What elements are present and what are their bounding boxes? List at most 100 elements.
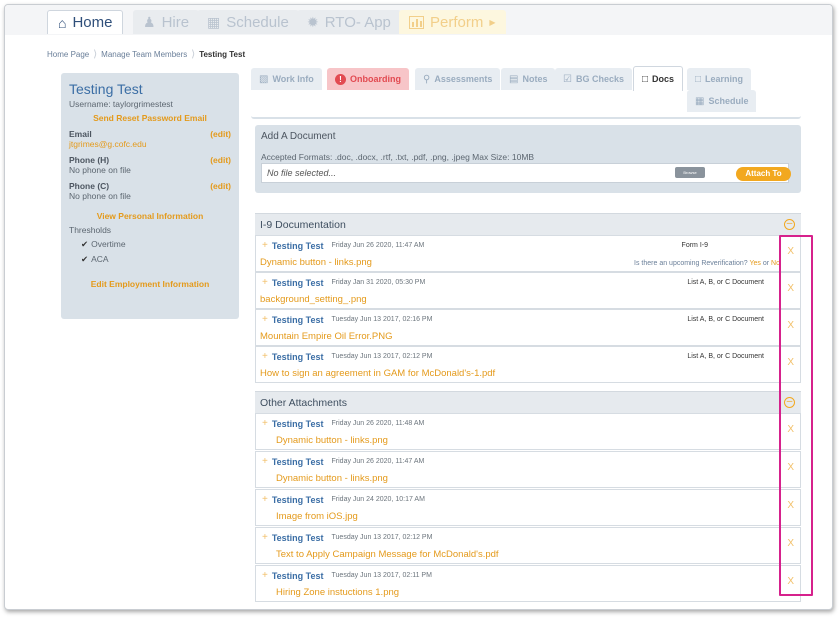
browse-button[interactable]: Browse bbox=[675, 167, 705, 178]
tab-label: Docs bbox=[652, 74, 675, 84]
uploader-name: Testing Test bbox=[271, 570, 324, 581]
delete-icon[interactable]: X bbox=[787, 320, 794, 331]
upload-date: Tuesday Jun 13 2017, 02:11 PM bbox=[331, 572, 432, 579]
tab-label: Notes bbox=[522, 74, 548, 84]
attachment-row: + Testing Test Tuesday Jun 13 2017, 02:12 … bbox=[255, 527, 801, 564]
edit-phone-home-link[interactable]: (edit) bbox=[210, 155, 231, 165]
top-nav: ⌂ Home ♟ Hire ▦ Schedule ✹ RTO- App Perf… bbox=[5, 5, 832, 35]
delete-icon[interactable]: X bbox=[787, 500, 794, 511]
document-type: Form I-9 bbox=[681, 242, 708, 249]
file-input[interactable]: No file selected... bbox=[261, 163, 789, 183]
employee-sidebar: Testing Test Username: taylorgrimestest … bbox=[61, 73, 239, 319]
other-attachments-header[interactable]: Other Attachments – bbox=[255, 391, 801, 413]
expand-icon[interactable]: + bbox=[262, 351, 268, 362]
email-row: Email (edit) bbox=[69, 129, 231, 139]
uploader-name: Testing Test bbox=[271, 456, 324, 467]
tab-docs[interactable]: □ Docs bbox=[633, 66, 684, 91]
arrow-right-icon: ▶ bbox=[489, 17, 496, 27]
document-file-link[interactable]: Image from iOS.jpg bbox=[276, 511, 358, 522]
phone-home-row: Phone (H) (edit) bbox=[69, 155, 231, 165]
tab-learning[interactable]: □ Learning bbox=[687, 68, 752, 90]
edit-phone-cell-link[interactable]: (edit) bbox=[210, 181, 231, 191]
attachment-row: + Testing Test Friday Jun 24 2020, 10:17 A… bbox=[255, 489, 801, 526]
upload-date: Friday Jun 24 2020, 10:17 AM bbox=[331, 496, 425, 503]
collapse-icon[interactable]: – bbox=[784, 219, 795, 230]
nav-tab-hire[interactable]: ♟ Hire bbox=[133, 10, 200, 34]
document-type: List A, B, or C Document bbox=[687, 353, 764, 360]
upload-date: Tuesday Jun 13 2017, 02:12 PM bbox=[331, 353, 433, 360]
expand-icon[interactable]: + bbox=[262, 494, 268, 505]
threshold-label: ACA bbox=[91, 254, 109, 264]
nav-tab-perform[interactable]: Perform ▶ bbox=[399, 10, 506, 34]
tab-assessments[interactable]: ⚲ Assessments bbox=[415, 68, 501, 90]
i9-row: + Testing Test Tuesday Jun 13 2017, 02:12 … bbox=[255, 346, 801, 383]
document-file-link[interactable]: Dynamic button - links.png bbox=[276, 435, 388, 446]
i9-row: + Testing Test Friday Jun 26 2020, 11:47 A… bbox=[255, 235, 801, 272]
nav-tab-label: Home bbox=[72, 14, 113, 31]
upload-date: Tuesday Jun 13 2017, 02:16 PM bbox=[331, 316, 433, 323]
document-icon: □ bbox=[695, 73, 702, 85]
expand-icon[interactable]: + bbox=[262, 240, 268, 251]
send-reset-password-link[interactable]: Send Reset Password Email bbox=[69, 113, 231, 123]
reverification-yes[interactable]: Yes bbox=[749, 260, 760, 267]
delete-icon[interactable]: X bbox=[787, 424, 794, 435]
delete-icon[interactable]: X bbox=[787, 246, 794, 257]
email-value[interactable]: jtgrimes@g.cofc.edu bbox=[69, 139, 231, 149]
nav-tab-schedule[interactable]: ▦ Schedule bbox=[197, 10, 299, 34]
document-file-link[interactable]: Text to Apply Campaign Message for McDon… bbox=[276, 549, 499, 560]
document-file-link[interactable]: Dynamic button - links.png bbox=[276, 473, 388, 484]
expand-icon[interactable]: + bbox=[262, 314, 268, 325]
briefcase-icon: ▧ bbox=[259, 73, 269, 85]
section-title: Other Attachments bbox=[260, 396, 347, 409]
i9-section-header[interactable]: I-9 Documentation – bbox=[255, 213, 801, 235]
tab-label: Learning bbox=[705, 74, 744, 84]
tab-bg-checks[interactable]: ☑ BG Checks bbox=[555, 68, 632, 90]
phone-home-value: No phone on file bbox=[69, 165, 131, 175]
document-file-link[interactable]: background_setting_.png bbox=[260, 294, 367, 305]
delete-icon[interactable]: X bbox=[787, 283, 794, 294]
expand-icon[interactable]: + bbox=[262, 456, 268, 467]
breadcrumb-home[interactable]: Home Page bbox=[47, 50, 89, 59]
i9-row: + Testing Test Tuesday Jun 13 2017, 02:16 … bbox=[255, 309, 801, 346]
document-file-link[interactable]: Mountain Empire Oil Error.PNG bbox=[260, 331, 393, 342]
collapse-icon[interactable]: – bbox=[784, 397, 795, 408]
expand-icon[interactable]: + bbox=[262, 532, 268, 543]
tab-onboarding[interactable]: ! Onboarding bbox=[327, 68, 409, 90]
gear-icon: ✹ bbox=[307, 13, 319, 30]
award-icon: ⚲ bbox=[423, 73, 431, 85]
tab-label: Onboarding bbox=[350, 74, 401, 84]
upload-date: Friday Jun 26 2020, 11:47 AM bbox=[331, 458, 425, 465]
tab-work-info[interactable]: ▧ Work Info bbox=[251, 68, 322, 90]
nav-tab-home[interactable]: ⌂ Home bbox=[47, 10, 124, 34]
expand-icon[interactable]: + bbox=[262, 277, 268, 288]
employee-name: Testing Test bbox=[69, 81, 143, 97]
edit-employment-info-link[interactable]: Edit Employment Information bbox=[69, 279, 231, 289]
reverification-no[interactable]: No bbox=[771, 260, 780, 267]
home-icon: ⌂ bbox=[58, 14, 67, 31]
alert-icon: ! bbox=[335, 73, 346, 85]
document-file-link[interactable]: Hiring Zone instuctions 1.png bbox=[276, 587, 399, 598]
document-file-link[interactable]: How to sign an agreement in GAM for McDo… bbox=[260, 368, 495, 379]
breadcrumb: Home Page ⟩ Manage Team Members ⟩ Testin… bbox=[47, 49, 245, 60]
nav-tab-rto-app[interactable]: ✹ RTO- App bbox=[297, 10, 401, 34]
chevron-right-icon: ⟩ bbox=[93, 49, 98, 60]
attach-to-button[interactable]: Attach To bbox=[736, 167, 791, 181]
delete-icon[interactable]: X bbox=[787, 357, 794, 368]
add-document-title: Add A Document bbox=[261, 131, 336, 142]
section-title: I-9 Documentation bbox=[260, 218, 346, 231]
tab-schedule[interactable]: ▦ Schedule bbox=[687, 90, 757, 112]
delete-icon[interactable]: X bbox=[787, 576, 794, 587]
i9-row: + Testing Test Friday Jan 31 2020, 05:30 P… bbox=[255, 272, 801, 309]
delete-icon[interactable]: X bbox=[787, 538, 794, 549]
delete-icon[interactable]: X bbox=[787, 462, 794, 473]
tab-notes[interactable]: ▤ Notes bbox=[501, 68, 556, 90]
expand-icon[interactable]: + bbox=[262, 418, 268, 429]
document-file-link[interactable]: Dynamic button - links.png bbox=[260, 257, 372, 268]
expand-icon[interactable]: + bbox=[262, 570, 268, 581]
view-personal-info-link[interactable]: View Personal Information bbox=[69, 211, 231, 221]
breadcrumb-manage-team[interactable]: Manage Team Members bbox=[101, 50, 187, 59]
edit-email-link[interactable]: (edit) bbox=[210, 129, 231, 139]
nav-tab-label: Schedule bbox=[226, 13, 289, 31]
bar-chart-icon bbox=[409, 15, 424, 29]
upload-date: Friday Jun 26 2020, 11:47 AM bbox=[331, 242, 425, 249]
